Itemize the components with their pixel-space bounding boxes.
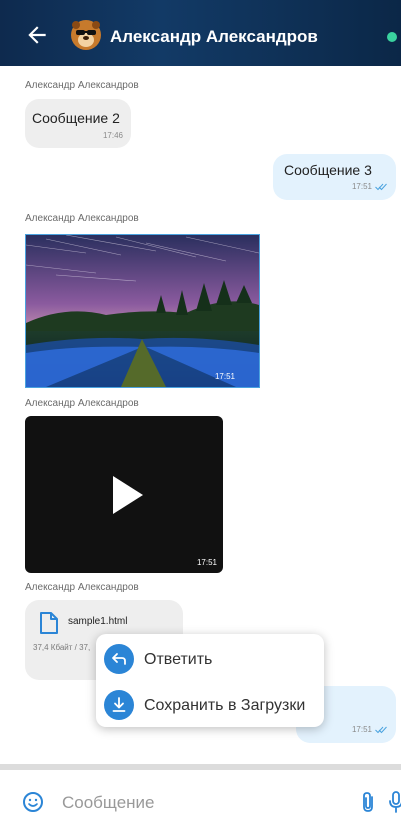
message-time: 17:51	[214, 372, 235, 381]
video-message[interactable]: 17:51	[25, 416, 223, 573]
photo-image	[26, 235, 259, 387]
reply-icon	[104, 644, 134, 674]
read-receipt-icon	[375, 726, 387, 734]
file-name: sample1.html	[68, 616, 128, 627]
menu-item-reply[interactable]: Ответить	[96, 636, 324, 680]
message-text: Сообщение 2	[32, 110, 120, 126]
message-input[interactable]	[60, 788, 344, 818]
message-bubble-outgoing[interactable]: Сообщение 3 17:51	[273, 154, 396, 200]
message-time: 17:51	[351, 182, 372, 191]
message-sender: Александр Александров	[25, 213, 139, 224]
play-icon[interactable]	[113, 476, 143, 514]
read-receipt-icon	[375, 183, 387, 191]
message-text: Сообщение 3	[284, 162, 372, 178]
message-sender: Александр Александров	[25, 582, 139, 593]
message-context-menu: Ответить Сохранить в Загрузки	[96, 634, 324, 727]
file-size: 37,4 Кбайт / 37,	[33, 643, 91, 652]
online-status-dot	[387, 32, 397, 42]
back-arrow-icon[interactable]	[24, 22, 50, 48]
message-sender: Александр Александров	[25, 398, 139, 409]
photo-message[interactable]: 17:51	[25, 234, 260, 388]
attach-icon[interactable]	[360, 790, 376, 814]
emoji-icon[interactable]	[22, 791, 44, 813]
message-sender: Александр Александров	[25, 80, 139, 91]
contact-name[interactable]: Александр Александров	[110, 27, 318, 47]
menu-item-save-to-downloads[interactable]: Сохранить в Загрузки	[96, 682, 324, 726]
avatar[interactable]	[70, 19, 102, 51]
chat-header: Александр Александров	[0, 0, 401, 66]
menu-item-label: Сохранить в Загрузки	[144, 697, 306, 714]
message-time: 17:46	[102, 131, 123, 140]
message-time: 17:51	[351, 725, 372, 734]
message-time: 17:51	[196, 558, 217, 567]
download-icon	[104, 690, 134, 720]
microphone-icon[interactable]	[389, 790, 401, 814]
file-icon	[40, 612, 58, 634]
menu-item-label: Ответить	[144, 651, 213, 668]
message-bubble-incoming[interactable]: Сообщение 2 17:46	[25, 99, 131, 148]
message-composer	[0, 764, 401, 820]
